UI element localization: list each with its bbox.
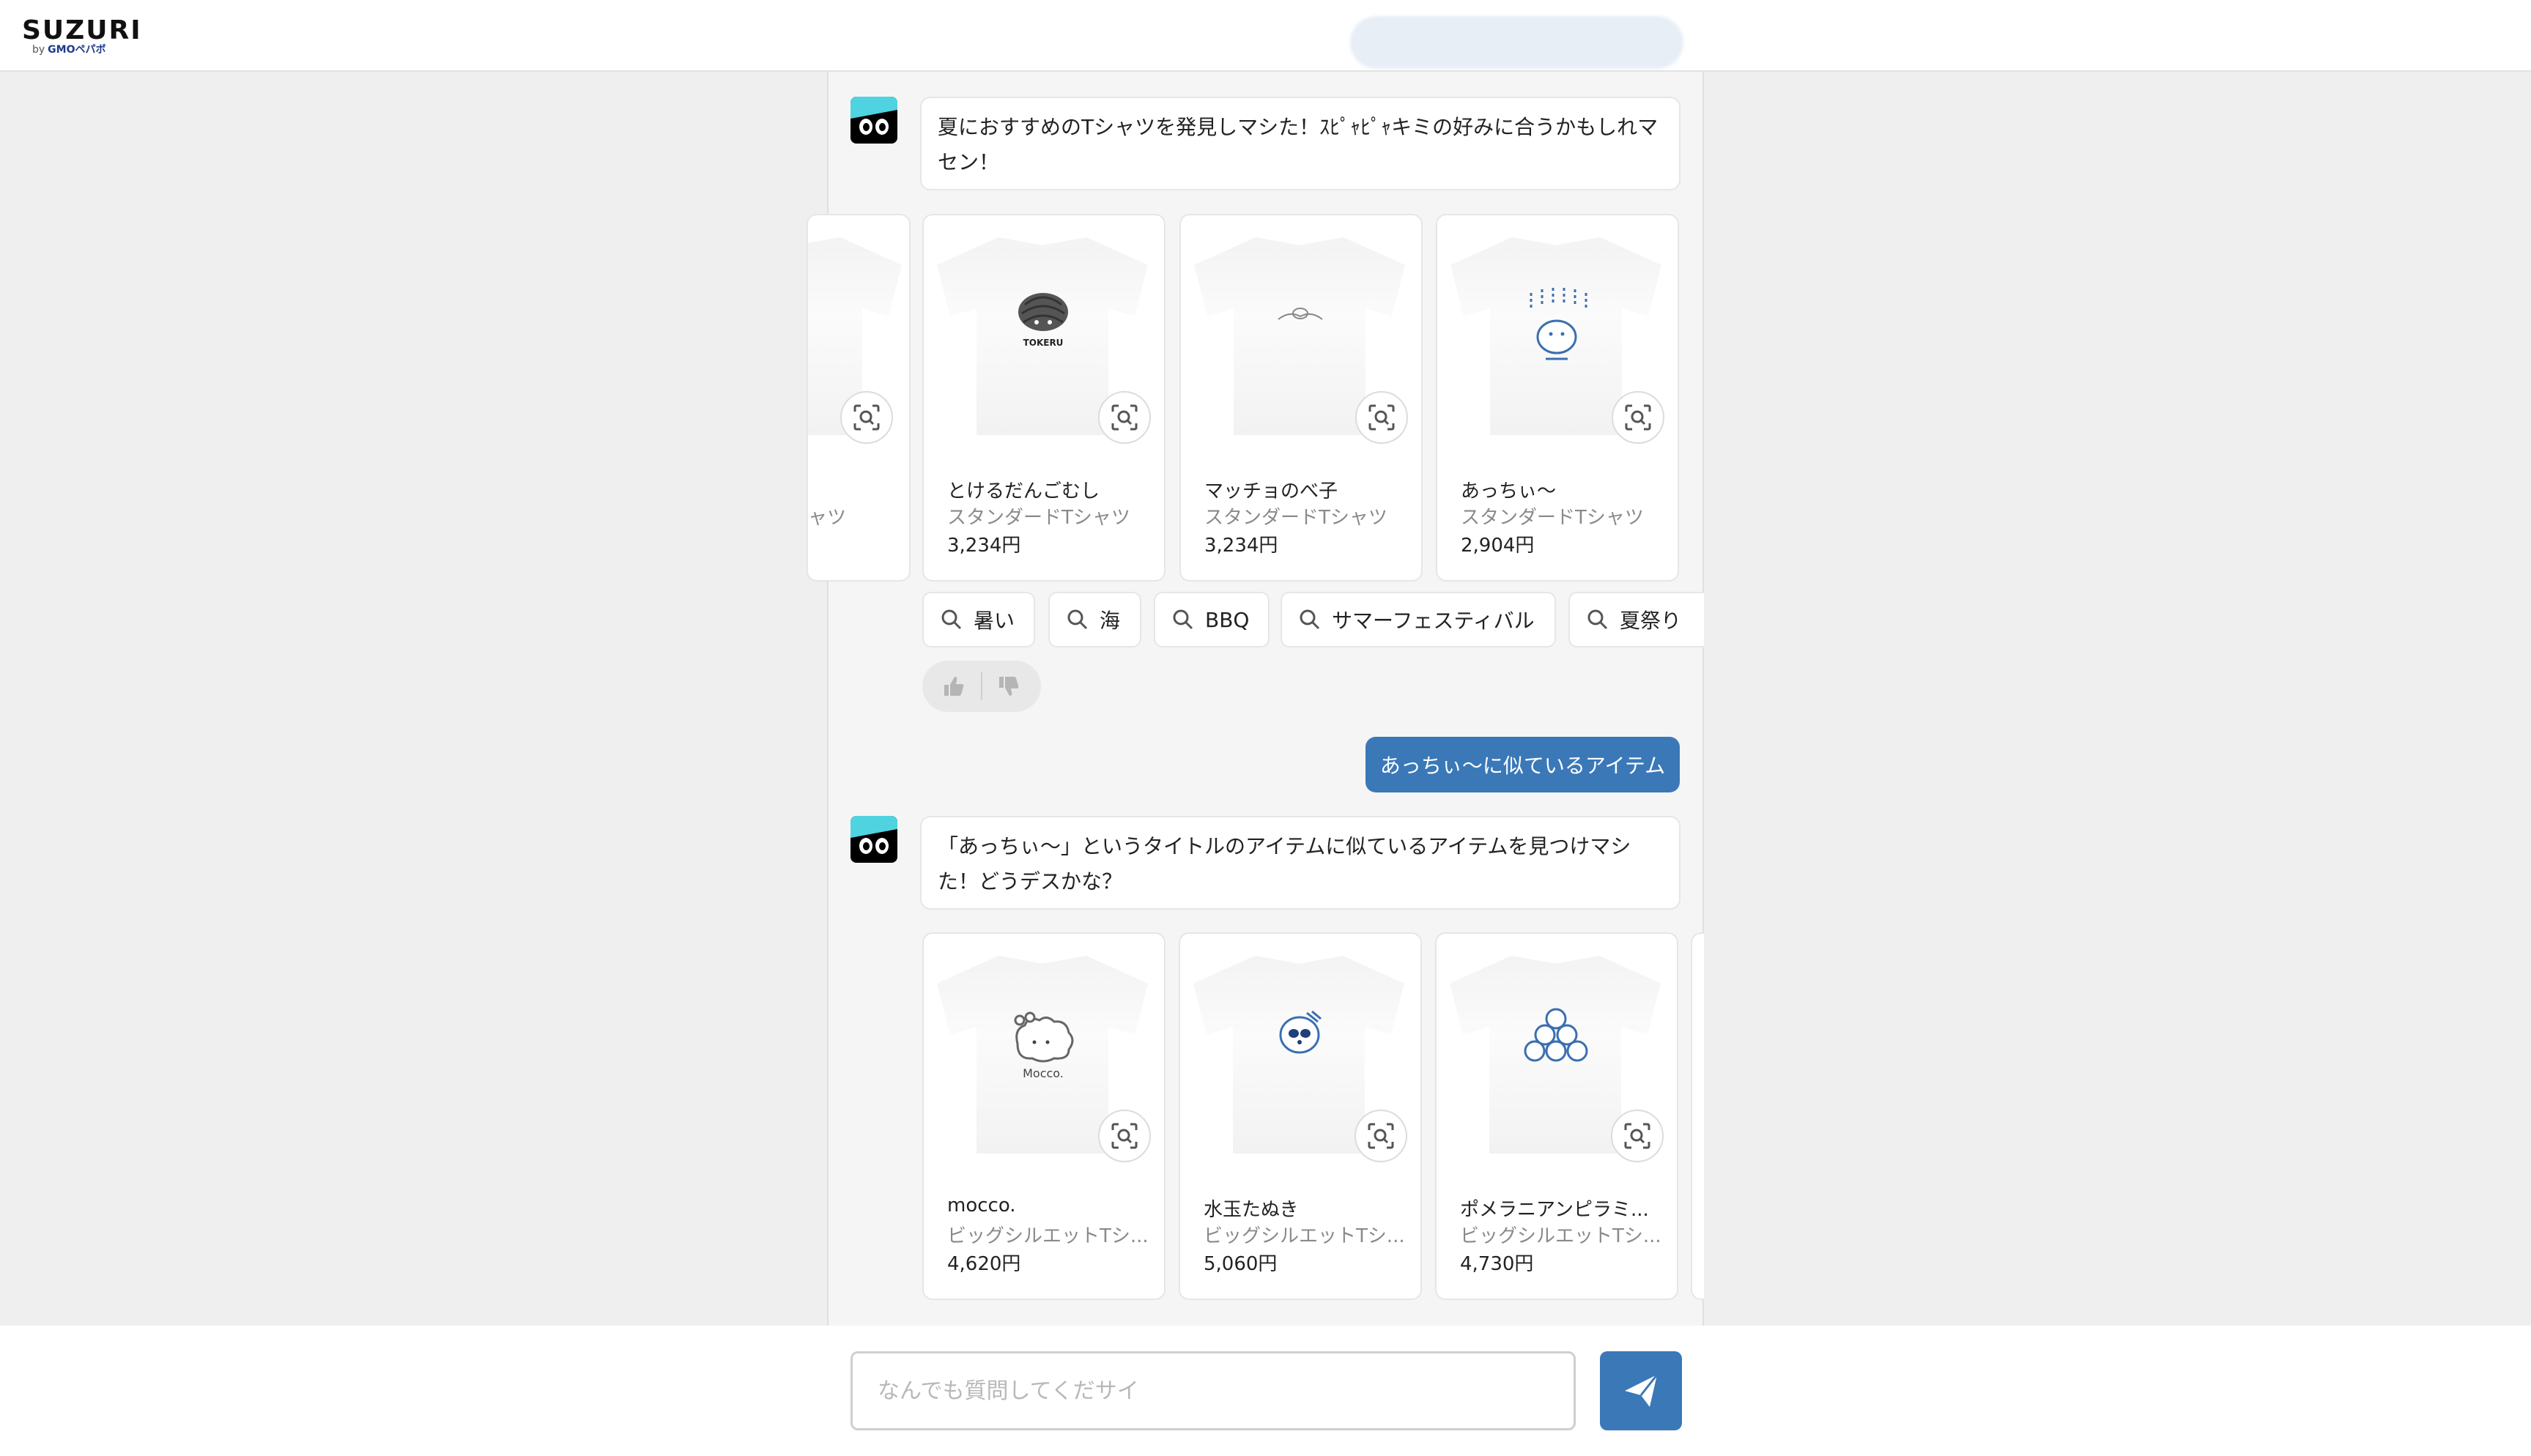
- product-price: 4,620円: [947, 1253, 1021, 1275]
- tanuki-design: [1279, 1010, 1322, 1054]
- similar-search-button[interactable]: [1355, 1110, 1407, 1162]
- product-type: ビッグシルエットTシ...: [1460, 1225, 1661, 1247]
- scan-search-icon: [1624, 1123, 1650, 1149]
- product-price: 3,234円: [947, 535, 1021, 557]
- product-card[interactable]: ポメラニアンピラミ... ビッグシルエットTシ... 4,730円: [1435, 932, 1678, 1300]
- send-button[interactable]: [1600, 1351, 1682, 1430]
- atchii-design: [1530, 288, 1587, 360]
- similar-search-button[interactable]: [1612, 391, 1664, 444]
- scan-search-icon: [1111, 1123, 1138, 1149]
- search-icon: [1587, 609, 1608, 630]
- pomeranian-pyramid-design: [1524, 1008, 1588, 1062]
- suzuri-logo[interactable]: SUZURI by GMOペパボ: [22, 18, 142, 56]
- product-type: スタンダードTシャツ: [1204, 507, 1387, 529]
- thumbs-up-icon[interactable]: [942, 675, 966, 698]
- product-card[interactable]: TOKERU とけるだんごむし スタンダードTシャツ 3,234円: [922, 214, 1166, 582]
- search-chip[interactable]: 海: [1048, 592, 1141, 647]
- similar-search-button[interactable]: [1355, 391, 1408, 444]
- bot-avatar: [851, 816, 897, 863]
- chat-input[interactable]: [851, 1351, 1576, 1430]
- product-price: 5,060円: [1204, 1253, 1278, 1275]
- feedback-buttons: [922, 661, 1041, 712]
- mocco-design: Mocco.: [1014, 1011, 1074, 1080]
- scan-search-icon: [1368, 1123, 1394, 1149]
- scan-search-icon: [853, 404, 880, 431]
- logo-text: SUZURI: [22, 15, 142, 45]
- product-type: ャツ: [808, 507, 847, 529]
- thumbs-down-icon[interactable]: [997, 675, 1020, 698]
- design-text: TOKERU: [1023, 338, 1064, 348]
- product-type: スタンダードTシャツ: [1461, 507, 1644, 529]
- search-icon: [941, 609, 962, 630]
- search-chip[interactable]: 夏祭り: [1568, 592, 1704, 647]
- product-title: 水玉たぬき: [1204, 1199, 1299, 1221]
- product-card[interactable]: あっちぃ〜 スタンダードTシャツ 2,904円: [1436, 214, 1679, 582]
- similar-search-button[interactable]: [1098, 1110, 1151, 1162]
- product-card-partial[interactable]: [1691, 932, 1704, 1300]
- bot-avatar: [851, 97, 897, 144]
- product-type: ビッグシルエットTシ...: [947, 1225, 1149, 1247]
- product-type: スタンダードTシャツ: [947, 507, 1130, 529]
- product-title: マッチョのべ子: [1204, 480, 1338, 502]
- product-price: 4,730円: [1460, 1253, 1534, 1275]
- product-price: 2,904円: [1461, 535, 1535, 557]
- product-card[interactable]: Mocco. mocco. ビッグシルエットTシ... 4,620円: [922, 932, 1166, 1300]
- pillbug-design: TOKERU: [1018, 293, 1068, 348]
- blurred-header-element: [1350, 16, 1683, 69]
- macho-design: [1278, 308, 1323, 320]
- header: SUZURI by GMOペパボ: [0, 0, 2531, 72]
- search-icon: [1173, 609, 1193, 630]
- product-title: とけるだんごむし: [947, 480, 1100, 502]
- similar-search-button[interactable]: [1098, 391, 1151, 444]
- search-icon: [1300, 609, 1320, 630]
- scan-search-icon: [1625, 404, 1651, 431]
- product-card[interactable]: 水玉たぬき ビッグシルエットTシ... 5,060円: [1179, 932, 1422, 1300]
- bot-message-bubble: 「あっちぃ〜」というタイトルのアイテムに似ているアイテムを見つけマシた！どうデス…: [920, 816, 1680, 910]
- product-type: ビッグシルエットTシ...: [1204, 1225, 1405, 1247]
- user-message-bubble: あっちぃ〜に似ているアイテム: [1365, 737, 1680, 792]
- scan-search-icon: [1368, 404, 1395, 431]
- paper-plane-icon: [1625, 1374, 1659, 1407]
- product-card[interactable]: マッチョのべ子 スタンダードTシャツ 3,234円: [1179, 214, 1423, 582]
- search-chip[interactable]: BBQ: [1154, 592, 1270, 647]
- product-title: あっちぃ〜: [1461, 480, 1557, 502]
- product-price: 3,234円: [1204, 535, 1278, 557]
- logo-subtext: by GMOペパボ: [32, 44, 106, 56]
- search-chip[interactable]: サマーフェスティバル: [1281, 592, 1556, 647]
- search-chip[interactable]: 暑い: [922, 592, 1035, 647]
- product-card[interactable]: ャツ: [807, 214, 911, 582]
- scan-search-icon: [1111, 404, 1138, 431]
- product-title: mocco.: [947, 1195, 1016, 1217]
- bot-message-bubble: 夏におすすめのTシャツを発見しマシた！ｽﾋﾟｬﾋﾟｬキミの好みに合うかもしれマセ…: [920, 97, 1680, 190]
- product-title: ポメラニアンピラミ...: [1460, 1199, 1649, 1221]
- search-icon: [1067, 609, 1088, 630]
- similar-search-button[interactable]: [1611, 1110, 1664, 1162]
- design-text: Mocco.: [1023, 1066, 1064, 1080]
- similar-search-button[interactable]: [840, 391, 893, 444]
